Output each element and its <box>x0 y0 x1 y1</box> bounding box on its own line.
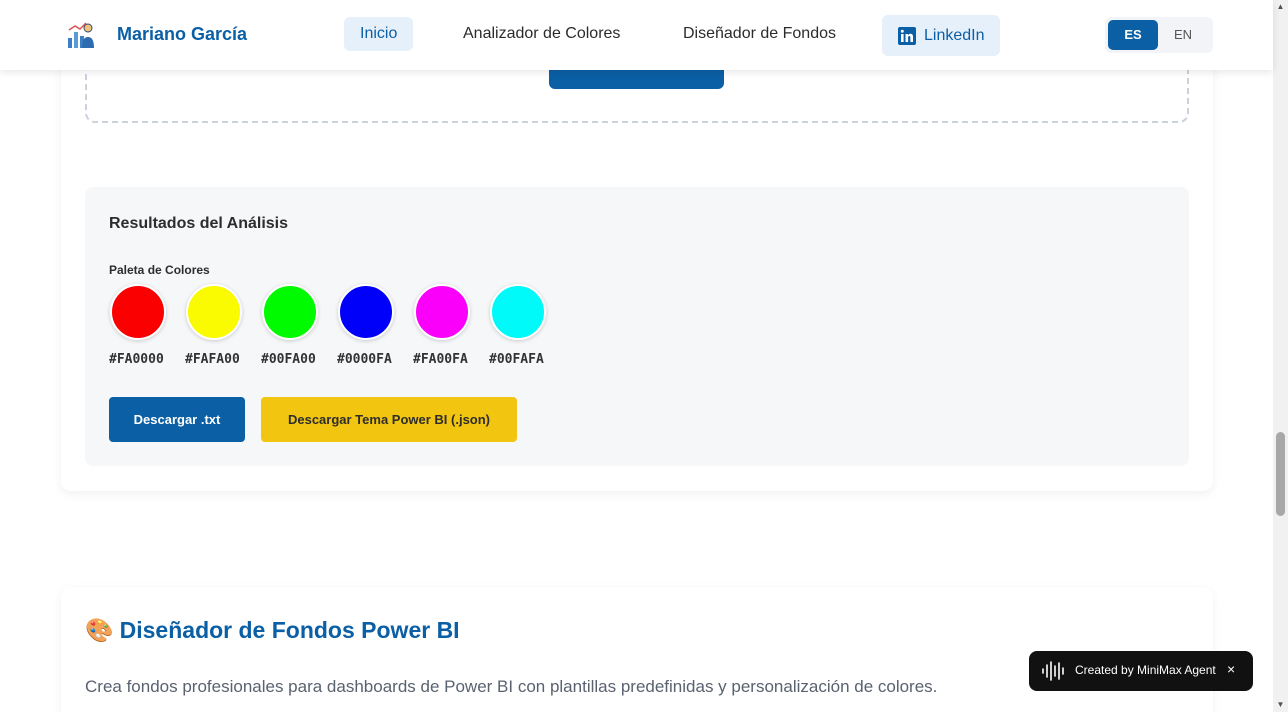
palette-emoji-icon: 🎨 <box>85 617 114 643</box>
color-swatch[interactable] <box>186 284 242 340</box>
color-hex: #00FA00 <box>261 352 316 367</box>
designer-description: Crea fondos profesionales para dashboard… <box>85 677 938 696</box>
scrollbar-thumb[interactable] <box>1276 432 1285 516</box>
page-scrollbar[interactable]: ▲ ▼ <box>1273 0 1288 712</box>
color-swatch[interactable] <box>338 284 394 340</box>
download-txt-button[interactable]: Descargar .txt <box>109 397 245 442</box>
color-hex: #00FAFA <box>489 352 544 367</box>
lang-es-button[interactable]: ES <box>1108 20 1158 50</box>
color-hex: #FAFA00 <box>185 352 240 367</box>
linkedin-label: LinkedIn <box>924 26 985 44</box>
designer-title: 🎨 Diseñador de Fondos Power BI <box>85 617 460 644</box>
brand-name[interactable]: Mariano García <box>117 24 247 45</box>
close-icon[interactable]: × <box>1227 661 1235 677</box>
language-switch: ES EN <box>1105 17 1213 53</box>
nav-disenador[interactable]: Diseñador de Fondos <box>683 17 836 51</box>
color-swatch[interactable] <box>262 284 318 340</box>
color-swatch[interactable] <box>110 284 166 340</box>
top-navbar: Mariano García Inicio Analizador de Colo… <box>0 0 1273 70</box>
color-swatch[interactable] <box>414 284 470 340</box>
lang-en-button[interactable]: EN <box>1158 20 1208 50</box>
designer-title-text: Diseñador de Fondos Power BI <box>119 617 460 643</box>
scroll-up-arrow-icon[interactable]: ▲ <box>1276 2 1285 12</box>
badge-text: Created by MiniMax Agent <box>1075 663 1216 677</box>
nav-analizador[interactable]: Analizador de Colores <box>463 17 620 51</box>
scroll-down-arrow-icon[interactable]: ▼ <box>1276 700 1285 710</box>
results-title: Resultados del Análisis <box>109 215 289 232</box>
minimax-badge[interactable]: Created by MiniMax Agent × <box>1029 651 1253 691</box>
linkedin-icon <box>898 26 916 45</box>
nav-inicio[interactable]: Inicio <box>344 17 414 51</box>
nav-linkedin[interactable]: LinkedIn <box>882 15 1000 56</box>
waveform-icon <box>1042 661 1064 681</box>
color-hex: #FA0000 <box>109 352 164 367</box>
color-hex: #FA00FA <box>413 352 468 367</box>
color-hex: #0000FA <box>337 352 392 367</box>
color-swatch[interactable] <box>490 284 546 340</box>
download-json-button[interactable]: Descargar Tema Power BI (.json) <box>261 397 517 442</box>
analytics-person-icon[interactable] <box>66 20 96 50</box>
palette-label: Paleta de Colores <box>109 263 210 277</box>
